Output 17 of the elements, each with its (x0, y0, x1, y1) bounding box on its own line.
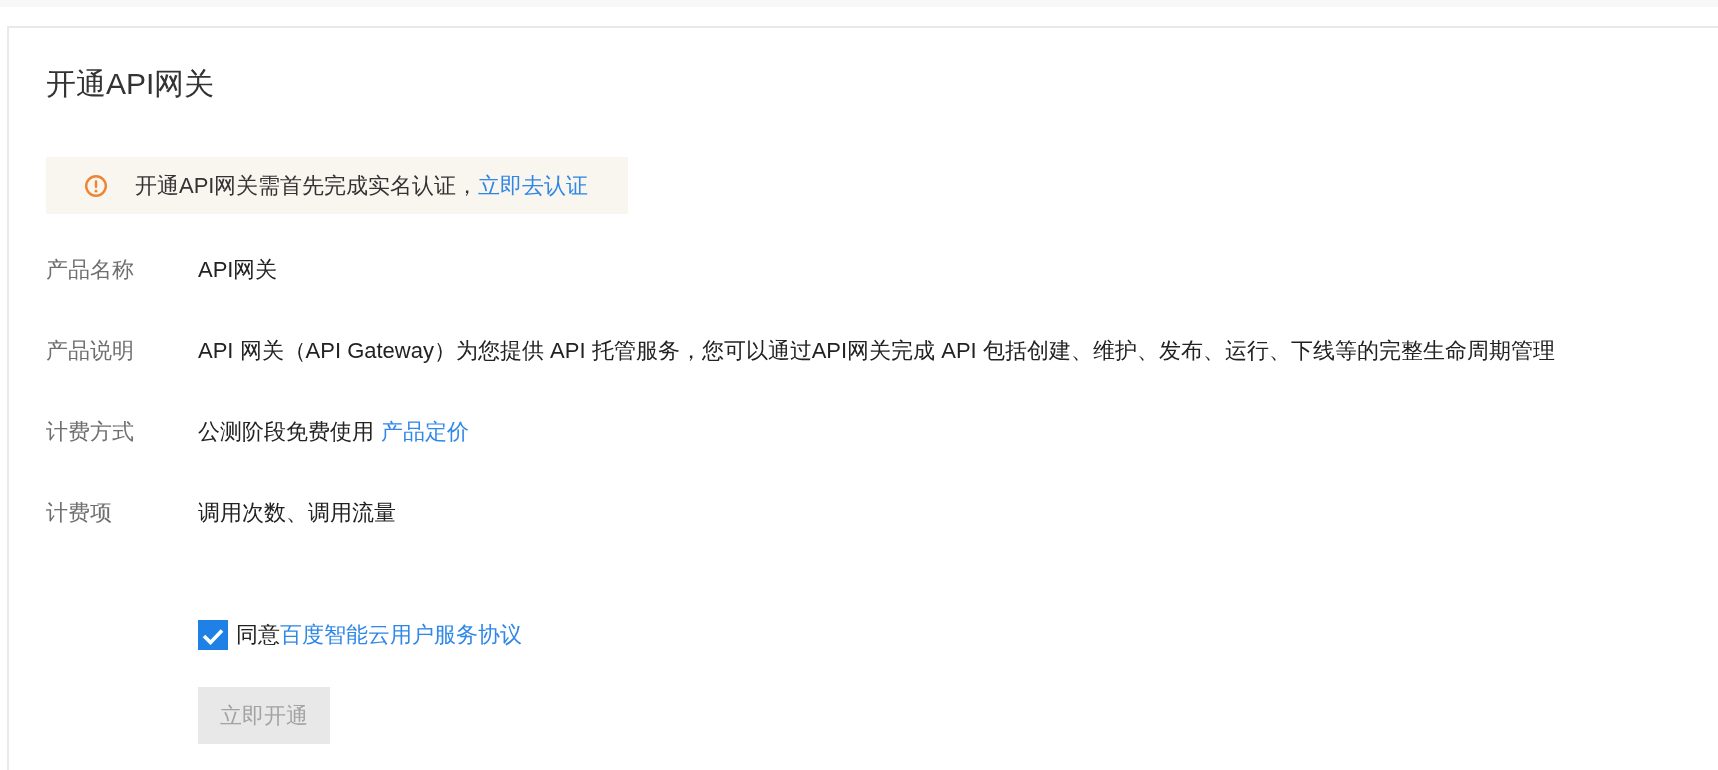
field-value: API 网关（API Gateway）为您提供 API 托管服务，您可以通过API网关完成 API 包括创建、维护、发布、运行、下线等的完整生命周期管理 (198, 337, 1555, 365)
warning-icon (85, 174, 107, 197)
checkmark-icon (202, 628, 224, 645)
field-label: 产品说明 (46, 337, 134, 365)
agreement-link[interactable]: 百度智能云用户服务协议 (280, 619, 522, 650)
field-label: 计费方式 (46, 418, 134, 446)
notice-message: 开通API网关需首先完成实名认证， (135, 171, 479, 200)
agree-label: 同意 (236, 620, 280, 649)
field-value: 公测阶段免费使用 (198, 418, 374, 446)
field-label: 产品名称 (46, 256, 134, 284)
pricing-link[interactable]: 产品定价 (381, 417, 469, 447)
field-value: 调用次数、调用流量 (198, 499, 396, 527)
page-title: 开通API网关 (46, 66, 215, 102)
agree-checkbox[interactable] (198, 619, 228, 650)
field-value: API网关 (198, 256, 278, 284)
field-label: 计费项 (46, 499, 112, 527)
verify-link[interactable]: 立即去认证 (478, 170, 589, 201)
